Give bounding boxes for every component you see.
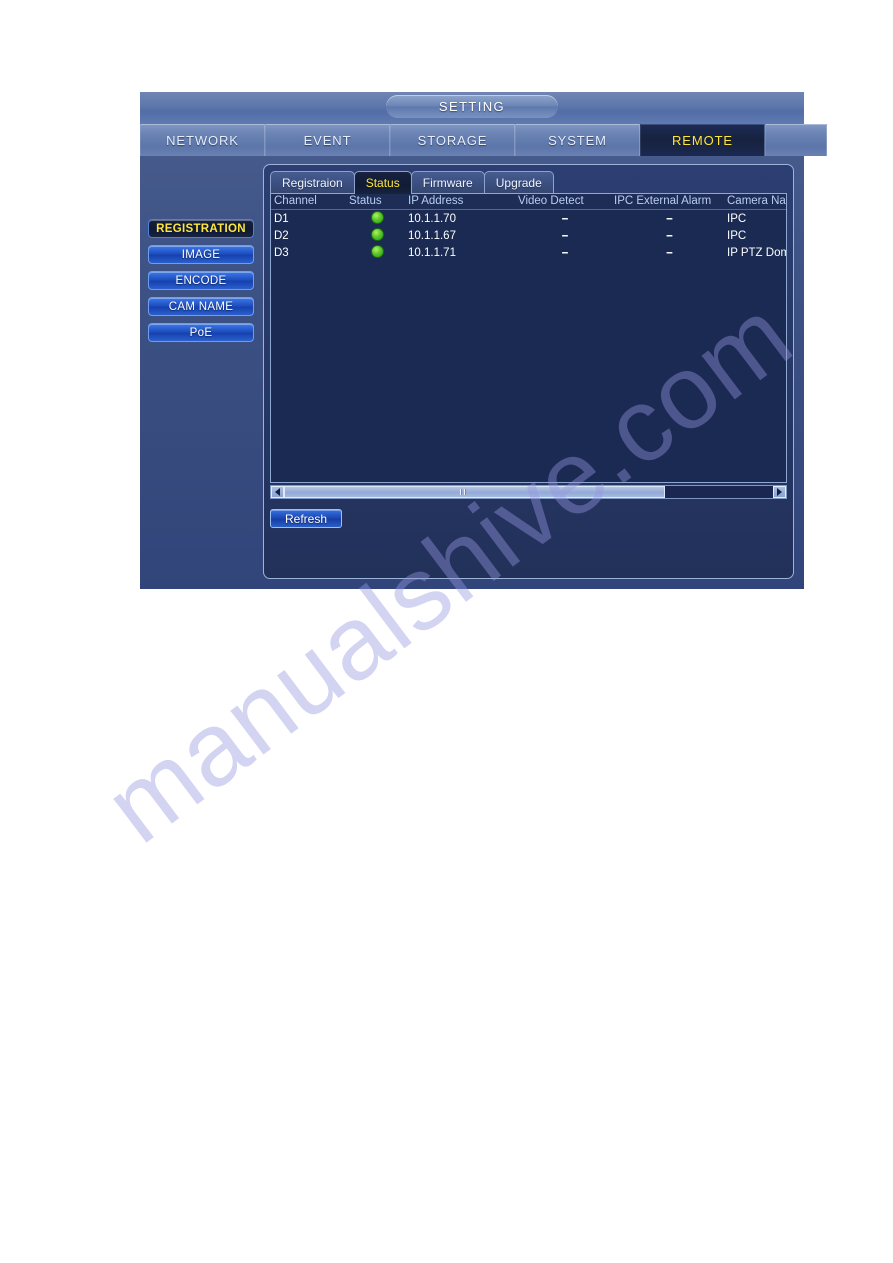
sidebar-item-image-label: IMAGE [181,249,221,261]
cell-camera-name: IPC [727,229,747,242]
cell-ipc-external-alarm: -- [666,246,673,259]
scrollbar-thumb[interactable] [284,486,666,498]
cell-ipc-external-alarm: -- [666,229,673,242]
scroll-left-arrow-icon[interactable] [271,486,284,498]
cell-status [346,210,405,228]
inner-tab-firmware[interactable]: Firmware [410,171,485,194]
inner-tab-registration[interactable]: Registraion [270,171,355,194]
sidebar-item-cam-name-label: CAM NAME [168,301,234,313]
cell-channel: D3 [274,246,289,259]
window-title: SETTING [386,95,558,118]
tab-storage-label: STORAGE [417,132,488,148]
cell-status [346,244,405,261]
inner-tab-upgrade[interactable]: Upgrade [483,171,554,194]
cell-ipc-external-alarm: -- [666,212,673,225]
tab-empty-slot[interactable] [765,124,827,156]
column-header-channel: Channel [271,194,346,210]
column-header-status: Status [346,194,405,210]
status-online-icon [370,245,384,258]
scroll-right-arrow-icon[interactable] [773,486,786,498]
status-online-icon [370,228,384,241]
sidebar: REGISTRATION IMAGE ENCODE CAM NAME PoE [148,164,254,579]
cell-video-detect: -- [561,246,569,259]
triangle-right-glyph [777,488,782,496]
horizontal-scrollbar[interactable] [270,485,787,499]
sidebar-item-poe-label: PoE [189,327,213,339]
grip-line [463,489,466,495]
column-header-ip-address: IP Address [405,194,515,210]
tab-remote[interactable]: REMOTE [640,124,765,156]
refresh-button[interactable]: Refresh [270,509,342,528]
scrollbar-track[interactable] [284,486,773,498]
column-header-ipc-external-alarm: IPC External Alarm [611,194,724,210]
inner-tab-status-label: Status [365,176,400,190]
tab-network-label: NETWORK [166,132,239,148]
sidebar-item-registration-label: REGISTRATION [156,223,246,235]
table-row[interactable]: D3 10.1.1.71 -- -- IP PTZ Dome [271,244,786,261]
cell-channel: D1 [274,212,289,225]
cell-video-detect: -- [561,212,569,225]
inner-tab-bar: Registraion Status Firmware Upgrade [270,171,793,194]
inner-tab-upgrade-label: Upgrade [495,176,542,190]
scrollbar-thumb-grip [459,489,467,495]
cell-ip-address: 10.1.1.71 [408,246,456,259]
status-online-icon [370,211,384,224]
column-header-camera-name: Camera Nam [724,194,786,210]
sidebar-item-encode-label: ENCODE [175,275,227,287]
device-status-table-wrap: Channel Status IP Address Video Detect I… [270,193,787,483]
window-titlebar: SETTING [140,92,804,124]
window-body: REGISTRATION IMAGE ENCODE CAM NAME PoE R… [140,156,804,589]
tab-remote-label: REMOTE [671,132,733,148]
main-tab-bar: NETWORK EVENT STORAGE SYSTEM REMOTE [140,124,827,156]
cell-video-detect: -- [561,229,569,242]
device-status-table: Channel Status IP Address Video Detect I… [271,194,786,261]
cell-ip-address: 10.1.1.70 [408,212,456,225]
tab-event[interactable]: EVENT [265,124,390,156]
cell-channel: D2 [274,229,289,242]
inner-tab-status[interactable]: Status [353,171,412,194]
triangle-left-glyph [275,488,280,496]
tab-storage[interactable]: STORAGE [390,124,515,156]
sidebar-item-image[interactable]: IMAGE [148,245,254,264]
table-row[interactable]: D2 10.1.1.67 -- -- IPC [271,227,786,244]
inner-tab-registration-label: Registraion [282,176,343,190]
grip-line [459,489,462,495]
sidebar-item-cam-name[interactable]: CAM NAME [148,297,254,316]
tab-network[interactable]: NETWORK [140,124,265,156]
cell-camera-name: IP PTZ Dome [727,246,786,259]
table-row[interactable]: D1 10.1.1.70 -- -- IPC [271,210,786,228]
sidebar-item-poe[interactable]: PoE [148,323,254,342]
sidebar-item-encode[interactable]: ENCODE [148,271,254,290]
table-header-row: Channel Status IP Address Video Detect I… [271,194,786,210]
tab-event-label: EVENT [303,132,352,148]
inner-tab-firmware-label: Firmware [422,176,473,190]
tab-system-label: SYSTEM [548,132,607,148]
cell-ip-address: 10.1.1.67 [408,229,456,242]
tab-system[interactable]: SYSTEM [515,124,640,156]
column-header-video-detect: Video Detect [515,194,611,210]
cell-camera-name: IPC [727,212,747,225]
sidebar-item-registration[interactable]: REGISTRATION [148,219,254,238]
cell-status [346,227,405,244]
content-panel: Registraion Status Firmware Upgrade Chan… [263,164,794,579]
setting-window: SETTING NETWORK EVENT STORAGE SYSTEM REM… [140,92,827,589]
